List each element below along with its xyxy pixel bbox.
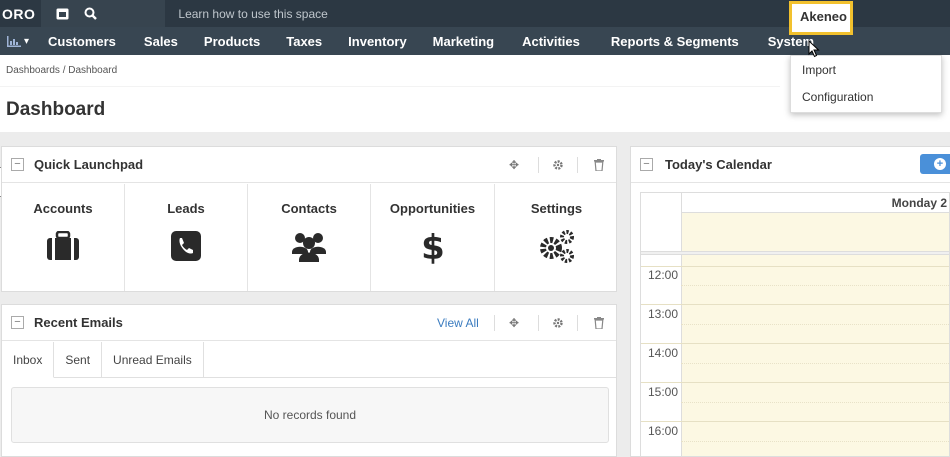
launch-accounts[interactable]: Accounts bbox=[2, 184, 125, 291]
view-all-link[interactable]: View All bbox=[437, 316, 479, 330]
chevron-down-icon: ▾ bbox=[23, 35, 30, 47]
all-day-row[interactable] bbox=[681, 213, 949, 251]
tab-unread-emails[interactable]: Unread Emails bbox=[102, 342, 204, 378]
collapse-icon[interactable]: − bbox=[11, 158, 24, 171]
trash-icon[interactable] bbox=[592, 158, 606, 172]
divider bbox=[494, 315, 495, 331]
launch-label: Leads bbox=[167, 201, 205, 216]
half-hour-line bbox=[681, 363, 949, 364]
widget-header: − Today's Calendar bbox=[631, 147, 950, 183]
akeneo-dropdown: Import Configuration bbox=[790, 55, 942, 113]
move-icon[interactable]: ✥ bbox=[507, 316, 521, 330]
menu-marketing[interactable]: Marketing bbox=[419, 27, 508, 55]
svg-text:$: $ bbox=[422, 228, 444, 264]
bar-chart-icon bbox=[6, 35, 21, 47]
add-event-button[interactable]: + bbox=[920, 154, 950, 174]
search-icon[interactable] bbox=[83, 7, 97, 21]
widget-header: − Recent Emails View All ✥ bbox=[2, 305, 616, 341]
empty-state: No records found bbox=[11, 387, 609, 443]
divider bbox=[538, 315, 539, 331]
widget-title: Today's Calendar bbox=[665, 157, 772, 172]
email-tabs: Inbox Sent Unread Emails bbox=[2, 342, 204, 378]
dollar-icon: $ bbox=[413, 228, 453, 264]
breadcrumb[interactable]: Dashboards / Dashboard bbox=[6, 65, 117, 76]
launch-opportunities[interactable]: Opportunities $ bbox=[371, 184, 495, 291]
widget-header: − Quick Launchpad ✥ bbox=[2, 147, 616, 183]
oro-logo[interactable]: ORO bbox=[0, 0, 41, 27]
collapse-icon[interactable]: − bbox=[11, 316, 24, 329]
launch-label: Opportunities bbox=[389, 201, 476, 216]
gear-icon[interactable] bbox=[551, 158, 565, 172]
menu-activities[interactable]: Activities bbox=[508, 27, 594, 55]
tab-sent[interactable]: Sent bbox=[54, 342, 103, 378]
calendar-grid: Monday 2 12:00 13:00 14:00 15:00 16:00 bbox=[640, 192, 950, 457]
phone-icon bbox=[166, 228, 206, 264]
menu-taxes[interactable]: Taxes bbox=[272, 27, 336, 55]
launch-contacts[interactable]: Contacts bbox=[248, 184, 371, 291]
hour-line bbox=[641, 382, 949, 383]
move-icon[interactable]: ✥ bbox=[507, 158, 521, 172]
learn-link[interactable]: Learn how to use this space bbox=[165, 7, 327, 21]
tab-inbox[interactable]: Inbox bbox=[2, 342, 55, 378]
dropdown-item-import[interactable]: Import bbox=[791, 63, 836, 77]
hour-label: 14:00 bbox=[648, 346, 679, 360]
launch-label: Settings bbox=[530, 201, 583, 216]
launch-label: Accounts bbox=[33, 201, 93, 216]
top-bar-icons bbox=[41, 0, 166, 27]
recent-emails-widget: − Recent Emails View All ✥ Inbox Sent Un… bbox=[1, 304, 617, 457]
hour-line bbox=[641, 343, 949, 344]
launch-settings[interactable]: Settings bbox=[495, 184, 618, 291]
cogs-icon bbox=[537, 228, 577, 264]
users-icon bbox=[289, 228, 329, 264]
divider bbox=[577, 315, 578, 331]
menu-akeneo[interactable]: Akeneo bbox=[789, 1, 853, 35]
hour-label: 15:00 bbox=[648, 385, 679, 399]
launch-leads[interactable]: Leads bbox=[125, 184, 248, 291]
hour-label: 16:00 bbox=[648, 424, 679, 438]
hour-label: 12:00 bbox=[648, 268, 679, 282]
hour-line bbox=[641, 421, 949, 422]
widget-title: Recent Emails bbox=[34, 315, 123, 330]
hour-line bbox=[641, 304, 949, 305]
plus-icon: + bbox=[934, 158, 946, 170]
hour-label: 13:00 bbox=[648, 307, 679, 321]
launch-label: Contacts bbox=[281, 201, 337, 216]
quick-launchpad-widget: − Quick Launchpad ✥ Accounts Leads Conta… bbox=[1, 146, 617, 292]
half-hour-line bbox=[681, 441, 949, 442]
half-hour-line bbox=[681, 402, 949, 403]
collapse-icon[interactable]: − bbox=[640, 158, 653, 171]
half-hour-line bbox=[681, 324, 949, 325]
menu-inventory[interactable]: Inventory bbox=[336, 27, 419, 55]
window-icon[interactable] bbox=[55, 7, 69, 21]
calendar-day-header: Monday 2 bbox=[681, 193, 949, 213]
half-hour-line bbox=[681, 285, 949, 286]
briefcase-icon bbox=[43, 228, 83, 264]
mouse-cursor-icon bbox=[808, 40, 820, 58]
menu-reports-segments[interactable]: Reports & Segments bbox=[594, 27, 756, 55]
dashboard-menu[interactable]: ▾ bbox=[0, 27, 36, 55]
menu-products[interactable]: Products bbox=[192, 27, 272, 55]
menu-sales[interactable]: Sales bbox=[128, 27, 192, 55]
divider bbox=[577, 157, 578, 173]
page-title: Dashboard bbox=[6, 99, 106, 120]
trash-icon[interactable] bbox=[592, 316, 606, 330]
divider bbox=[538, 157, 539, 173]
header-divider bbox=[0, 86, 780, 87]
menu-customers[interactable]: Customers bbox=[36, 27, 128, 55]
hour-line bbox=[641, 266, 949, 267]
widget-title: Quick Launchpad bbox=[34, 157, 144, 172]
dropdown-item-configuration[interactable]: Configuration bbox=[791, 90, 873, 104]
gear-icon[interactable] bbox=[551, 316, 565, 330]
